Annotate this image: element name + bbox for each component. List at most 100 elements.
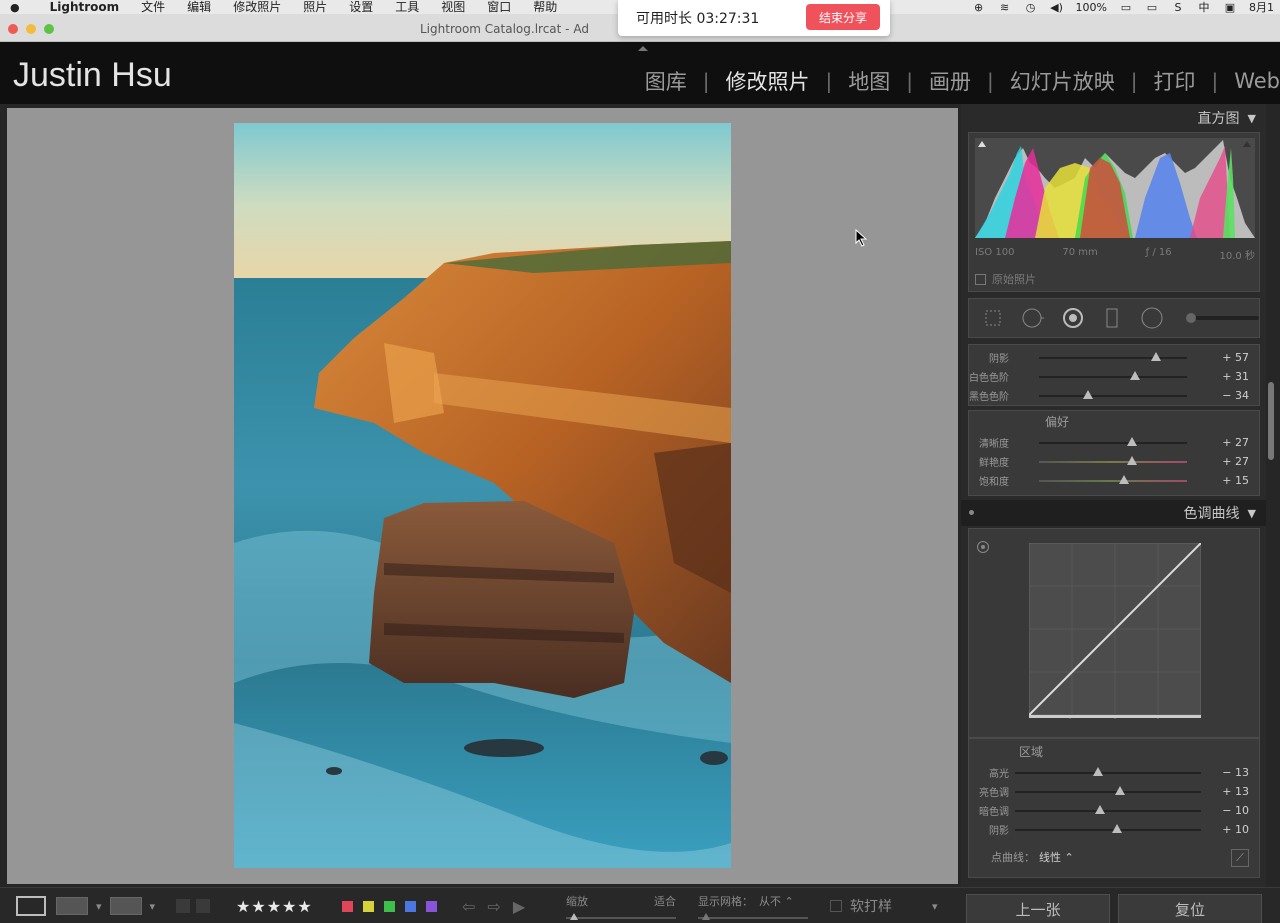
menu-tools[interactable]: 工具 xyxy=(395,0,419,14)
volume-icon[interactable]: ◀) xyxy=(1050,1,1064,14)
wifi-icon[interactable]: ≋ xyxy=(998,1,1012,14)
flag-icon[interactable] xyxy=(176,899,190,913)
slider-knob[interactable] xyxy=(1093,766,1103,776)
battery-icon[interactable]: ▭ xyxy=(1119,1,1133,14)
apple-menu-icon[interactable]: ● xyxy=(10,1,20,14)
point-curve-value[interactable]: 线性 ⌃ xyxy=(1039,851,1074,864)
tone-curve-graph[interactable] xyxy=(1029,543,1201,719)
graduated-filter-icon[interactable] xyxy=(1101,306,1125,330)
time-machine-icon[interactable]: ◷ xyxy=(1024,1,1038,14)
slider-knob[interactable] xyxy=(1151,351,1161,361)
slider-track[interactable] xyxy=(1015,804,1201,814)
slider-knob[interactable] xyxy=(1083,389,1093,399)
menu-edit[interactable]: 编辑 xyxy=(187,0,211,14)
slider-value[interactable]: + 13 xyxy=(1222,785,1249,798)
slider-knob[interactable] xyxy=(1095,804,1105,814)
slider-track[interactable] xyxy=(1039,436,1187,446)
curve-split-handle-highlights[interactable] xyxy=(1155,718,1161,719)
slider-knob[interactable] xyxy=(1115,785,1125,795)
color-label-blue[interactable] xyxy=(405,900,416,912)
slider-value[interactable]: − 13 xyxy=(1222,766,1249,779)
before-after-button[interactable] xyxy=(56,897,88,915)
dropdown-icon[interactable]: ▾ xyxy=(150,900,156,913)
next-arrow-icon[interactable]: ⇨ xyxy=(487,897,500,916)
right-panel-scrollbar[interactable] xyxy=(1268,382,1274,460)
color-label-purple[interactable] xyxy=(426,900,437,912)
previous-button[interactable]: 上一张 xyxy=(966,894,1110,923)
zoom-slider[interactable] xyxy=(566,913,676,920)
slider-knob[interactable] xyxy=(1127,436,1137,446)
slider-value[interactable]: − 10 xyxy=(1222,804,1249,817)
histogram-header[interactable]: 直方图 ▼ xyxy=(961,104,1266,132)
adjustment-brush-slider[interactable] xyxy=(1186,313,1259,323)
identity-plate[interactable]: Justin Hsu xyxy=(13,56,172,95)
targeted-adjustment-icon[interactable] xyxy=(977,541,989,553)
slider-track[interactable] xyxy=(1039,455,1187,465)
slider-value[interactable]: − 34 xyxy=(1222,389,1249,402)
photo-canvas[interactable] xyxy=(7,108,958,884)
spot-removal-tool-icon[interactable] xyxy=(1021,306,1045,330)
menu-file[interactable]: 文件 xyxy=(141,0,165,14)
zoom-window-button[interactable] xyxy=(44,24,54,34)
module-web[interactable]: Web xyxy=(1218,69,1280,93)
menu-help[interactable]: 帮助 xyxy=(533,0,557,14)
slider-track[interactable] xyxy=(1039,474,1187,484)
module-map[interactable]: 地图 xyxy=(832,66,906,96)
grid-slider[interactable] xyxy=(698,913,808,920)
module-slideshow[interactable]: 幻灯片放映 xyxy=(994,66,1131,96)
module-library[interactable]: 图库 xyxy=(629,66,703,96)
reset-button[interactable]: 复位 xyxy=(1118,894,1262,923)
panel-switch-icon[interactable] xyxy=(969,510,974,515)
display-icon[interactable]: ▭ xyxy=(1145,1,1159,14)
end-share-button[interactable]: 结束分享 xyxy=(806,4,880,30)
soft-proofing-checkbox[interactable] xyxy=(830,900,842,912)
module-print[interactable]: 打印 xyxy=(1137,66,1211,96)
slider-value[interactable]: + 57 xyxy=(1222,351,1249,364)
sync-icon[interactable]: S xyxy=(1171,1,1185,14)
curve-split-handle-shadows[interactable] xyxy=(1067,718,1073,719)
loupe-view-button[interactable] xyxy=(16,896,46,916)
slider-knob[interactable] xyxy=(1127,455,1137,465)
histogram-graph[interactable] xyxy=(975,138,1255,238)
slider-track[interactable] xyxy=(1039,351,1187,361)
slider-track[interactable] xyxy=(1015,785,1201,795)
edit-point-curve-icon[interactable]: ⟋ xyxy=(1231,849,1249,867)
slider-value[interactable]: + 27 xyxy=(1222,455,1249,468)
input-method-icon[interactable]: 中 xyxy=(1197,1,1211,14)
slider-value[interactable]: + 27 xyxy=(1222,436,1249,449)
original-photo-checkbox[interactable] xyxy=(975,273,986,285)
slider-knob[interactable] xyxy=(1119,474,1129,484)
reject-flag-icon[interactable] xyxy=(196,899,210,913)
module-book[interactable]: 画册 xyxy=(913,66,987,96)
slider-knob[interactable] xyxy=(1112,823,1122,833)
slider-track[interactable] xyxy=(1015,766,1201,776)
menu-settings[interactable]: 设置 xyxy=(349,0,373,14)
red-eye-tool-icon[interactable] xyxy=(1061,306,1085,330)
collapse-triangle-icon[interactable]: ▼ xyxy=(1248,112,1256,125)
menu-develop[interactable]: 修改照片 xyxy=(233,0,281,14)
toolbar-dropdown-icon[interactable]: ▾ xyxy=(932,900,938,913)
original-photo-toggle[interactable]: 原始照片 xyxy=(975,271,1036,287)
swap-settings-button[interactable] xyxy=(109,897,142,915)
radial-filter-icon[interactable] xyxy=(1140,306,1164,330)
color-label-red[interactable] xyxy=(342,900,353,912)
slider-value[interactable]: + 15 xyxy=(1222,474,1249,487)
menu-window[interactable]: 窗口 xyxy=(487,0,511,14)
slider-value[interactable]: + 31 xyxy=(1222,370,1249,383)
previous-arrow-icon[interactable]: ⇦ xyxy=(462,897,475,916)
photo-preview[interactable] xyxy=(234,123,731,868)
minimize-window-button[interactable] xyxy=(26,24,36,34)
star-rating[interactable]: ★★★★★ xyxy=(236,897,313,916)
menu-view[interactable]: 视图 xyxy=(441,0,465,14)
close-window-button[interactable] xyxy=(8,24,18,34)
network-icon[interactable]: ⊕ xyxy=(972,1,986,14)
crop-tool-icon[interactable] xyxy=(981,306,1005,330)
tone-curve-header[interactable]: 色调曲线 ▼ xyxy=(961,500,1266,526)
curve-split-handle-mid[interactable] xyxy=(1112,718,1118,719)
menu-app-name[interactable]: Lightroom xyxy=(50,0,120,14)
slider-track[interactable] xyxy=(1015,823,1201,833)
play-icon[interactable]: ▶ xyxy=(513,897,525,916)
grid-value[interactable]: 从不 ⌃ xyxy=(759,893,794,909)
slider-track[interactable] xyxy=(1039,370,1187,380)
notification-icon[interactable]: ▣ xyxy=(1223,1,1237,14)
